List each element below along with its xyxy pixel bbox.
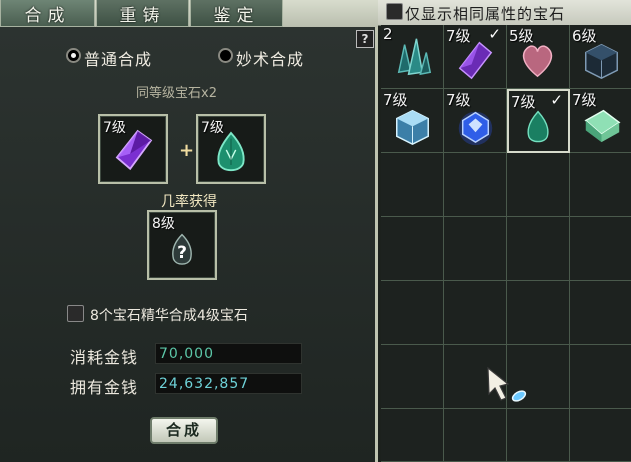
material-slot-1[interactable]: 7级 bbox=[98, 114, 168, 184]
checkmark-icon: ✓ bbox=[488, 25, 501, 43]
inventory-cell-empty[interactable] bbox=[381, 153, 444, 217]
tab-identify[interactable]: 鉴定 bbox=[190, 0, 283, 27]
material-slot-2[interactable]: 7级 bbox=[196, 114, 266, 184]
result-slot: 8级 ? bbox=[147, 210, 217, 280]
inventory-cell-empty[interactable] bbox=[381, 409, 444, 462]
inventory-cell-selected[interactable]: 7级 ✓ bbox=[507, 89, 570, 153]
inventory-cell-empty[interactable] bbox=[381, 345, 444, 409]
result-symbol: ? bbox=[177, 243, 187, 263]
plus-sign: + bbox=[179, 140, 195, 161]
slot-level: 7级 bbox=[103, 120, 126, 136]
essence-checkbox[interactable] bbox=[67, 305, 84, 322]
owned-label: 拥有金钱 bbox=[70, 378, 139, 397]
inventory-cell-empty[interactable] bbox=[507, 217, 570, 281]
requirement-label: 同等级宝石x2 bbox=[136, 86, 217, 101]
result-level: 8级 bbox=[152, 216, 175, 232]
cell-level: 5级 bbox=[509, 27, 534, 45]
inventory-cell-empty[interactable] bbox=[444, 217, 507, 281]
inventory-cell[interactable]: 5级 bbox=[507, 25, 570, 89]
inventory-cell[interactable]: 7级 bbox=[381, 89, 444, 153]
cell-level: 7级 bbox=[446, 27, 471, 45]
inventory-cell-empty[interactable] bbox=[444, 409, 507, 462]
cell-level: 7级 bbox=[446, 91, 471, 109]
help-icon[interactable]: ? bbox=[356, 30, 374, 48]
slot-level: 7级 bbox=[201, 120, 224, 136]
inventory-cell-empty[interactable] bbox=[507, 281, 570, 345]
inventory-cell-empty[interactable] bbox=[444, 281, 507, 345]
craft-button[interactable]: 合成 bbox=[150, 417, 218, 444]
cell-level: 7级 bbox=[511, 93, 536, 111]
tab-compose[interactable]: 合成 bbox=[0, 0, 95, 27]
inventory-cell-empty[interactable] bbox=[507, 153, 570, 217]
magic-compose-radio[interactable] bbox=[218, 48, 233, 63]
cell-level: 6级 bbox=[572, 27, 597, 45]
cost-label: 消耗金钱 bbox=[70, 348, 139, 367]
inventory-cell-empty[interactable] bbox=[444, 153, 507, 217]
cell-level: 2 bbox=[383, 25, 393, 43]
inventory-cell-empty[interactable] bbox=[570, 217, 631, 281]
cell-level: 7级 bbox=[383, 91, 408, 109]
inventory-cell-empty[interactable] bbox=[507, 409, 570, 462]
chance-label: 几率获得 bbox=[161, 194, 217, 210]
inventory-cell[interactable]: 7级 bbox=[444, 89, 507, 153]
inventory-cell-empty[interactable] bbox=[381, 281, 444, 345]
tab-recast[interactable]: 重铸 bbox=[96, 0, 189, 27]
inventory-cell[interactable]: 7级 ✓ bbox=[444, 25, 507, 89]
checkmark-icon: ✓ bbox=[550, 91, 563, 109]
essence-label: 8个宝石精华合成4级宝石 bbox=[90, 308, 248, 324]
same-attribute-checkbox[interactable] bbox=[386, 3, 403, 20]
inventory-cell-empty[interactable] bbox=[570, 281, 631, 345]
inventory-cell-empty[interactable] bbox=[570, 153, 631, 217]
normal-compose-radio[interactable] bbox=[66, 48, 81, 63]
cell-level: 7级 bbox=[572, 91, 597, 109]
inventory-cell[interactable]: 6级 bbox=[570, 25, 631, 89]
inventory-cell-empty[interactable] bbox=[381, 217, 444, 281]
cursor-icon bbox=[487, 366, 527, 402]
inventory-cell[interactable]: 7级 bbox=[570, 89, 631, 153]
same-attribute-label: 仅显示相同属性的宝石 bbox=[405, 5, 566, 23]
inventory-cell-empty[interactable] bbox=[570, 409, 631, 462]
inventory-cell-empty[interactable] bbox=[570, 345, 631, 409]
owned-value: 24,632,857 bbox=[155, 373, 302, 394]
tab-bar: 合成 重铸 鉴定 bbox=[0, 0, 378, 28]
cost-value: 70,000 bbox=[155, 343, 302, 364]
inventory-cell[interactable]: 2 bbox=[381, 25, 444, 89]
normal-compose-label: 普通合成 bbox=[84, 50, 153, 69]
magic-compose-label: 妙术合成 bbox=[236, 50, 305, 69]
